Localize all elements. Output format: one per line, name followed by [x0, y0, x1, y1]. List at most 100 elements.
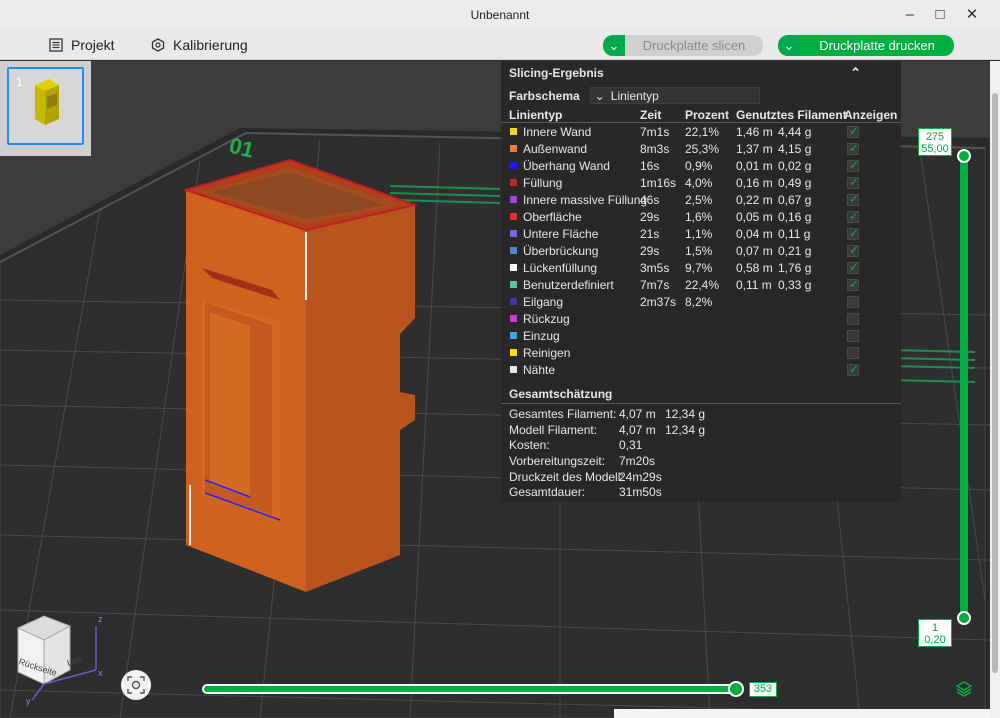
show-checkbox[interactable] [847, 277, 859, 291]
slice-dropdown-icon[interactable]: ⌄ [603, 35, 625, 56]
show-checkbox[interactable] [847, 330, 859, 342]
line-type-weight: 0,11 g [778, 227, 811, 241]
show-checkbox[interactable] [847, 124, 859, 138]
layer-top-number: 275 [925, 131, 945, 143]
summary-value: 0,31 [619, 438, 643, 453]
collapse-icon[interactable]: ⌃ [850, 65, 893, 81]
line-type-percent: 4,0% [685, 176, 713, 190]
summary-row: Druckzeit des Modell: 24m29s [501, 468, 901, 484]
line-color-swatch [510, 332, 517, 339]
column-time: Zeit [640, 108, 662, 122]
show-checkbox[interactable] [847, 347, 859, 359]
calibration-tab[interactable]: Kalibrierung [151, 36, 248, 54]
line-type-name: Oberfläche [523, 210, 582, 224]
viewport-scrollbar[interactable] [990, 61, 1000, 718]
summary-divider [501, 403, 901, 404]
project-icon [49, 38, 63, 52]
line-color-swatch [510, 247, 517, 254]
color-scheme-select[interactable]: ⌄ Linientyp [589, 87, 760, 104]
line-type-time: 7m1s [640, 125, 670, 139]
line-type-row: Nähte [501, 361, 901, 378]
line-color-swatch [510, 230, 517, 237]
line-type-time: 2m37s [640, 295, 677, 309]
show-checkbox[interactable] [847, 192, 859, 206]
show-checkbox[interactable] [847, 158, 859, 172]
line-type-name: Rückzug [523, 312, 570, 326]
summary-weight: 12,34 g [665, 422, 706, 437]
panel-title: Slicing-Ergebnis [509, 66, 604, 80]
column-filament: Genutztes Filament [736, 108, 847, 122]
summary-label: Druckzeit des Modell: [509, 469, 624, 484]
line-type-row: Benutzerdefiniert 7m7s 22,4% 0,11 m 0,33 g [501, 276, 901, 293]
show-checkbox[interactable] [847, 243, 859, 257]
maximize-icon[interactable]: □ [928, 4, 952, 26]
line-type-name: Füllung [523, 176, 563, 190]
window-title: Unbenannt [470, 8, 530, 22]
line-type-row: Überbrückung 29s 1,5% 0,07 m 0,21 g [501, 242, 901, 259]
line-type-percent: 8,2% [685, 295, 713, 309]
show-checkbox[interactable] [847, 209, 859, 223]
move-slider-handle[interactable] [728, 681, 744, 697]
panel-header: Slicing-Ergebnis ⌃ [501, 61, 901, 85]
layer-top-handle[interactable] [957, 149, 971, 163]
line-type-name: Untere Fläche [523, 227, 599, 241]
line-type-weight: 1,76 g [778, 261, 812, 275]
print-dropdown-icon[interactable]: ⌄ [778, 35, 800, 56]
slice-label: Druckplatte slicen [625, 35, 763, 56]
line-type-time: 1m16s [640, 176, 677, 190]
show-checkbox[interactable] [847, 260, 859, 274]
camera-view-button[interactable] [121, 670, 151, 700]
summary-label: Modell Filament: [509, 422, 598, 437]
show-checkbox[interactable] [847, 175, 859, 189]
line-color-swatch [510, 145, 517, 152]
line-type-percent: 2,5% [685, 193, 713, 207]
line-type-weight: 0,49 g [778, 176, 812, 190]
line-type-name: Außenwand [523, 142, 588, 156]
print-plate-button[interactable]: ⌄ Druckplatte drucken [778, 35, 954, 56]
show-checkbox[interactable] [847, 226, 859, 240]
line-type-time: 7m7s [640, 278, 670, 292]
line-type-weight: 0,16 g [778, 210, 812, 224]
summary-row: Gesamtes Filament: 4,07 m 12,34 g [501, 405, 901, 421]
scrollbar-thumb[interactable] [992, 93, 998, 673]
line-type-row: Rückzug [501, 310, 901, 327]
line-type-length: 0,22 m [736, 193, 773, 207]
camera-icon [127, 676, 145, 694]
color-scheme-row: Farbschema ⌄ Linientyp [509, 87, 760, 104]
summary-label: Gesamtes Filament: [509, 407, 617, 421]
line-type-length: 1,46 m [736, 125, 773, 139]
summary-label: Vorbereitungszeit: [509, 454, 606, 469]
line-type-row: Eilgang 2m37s 8,2% [501, 293, 901, 310]
project-tab[interactable]: Projekt [49, 36, 115, 54]
project-label: Projekt [71, 37, 115, 53]
summary-value: 24m29s [619, 469, 662, 484]
line-type-name: Innere Wand [523, 125, 592, 139]
close-icon[interactable]: ✕ [960, 4, 984, 26]
move-slider-track[interactable] [202, 684, 742, 694]
taskbar-strip [614, 709, 990, 718]
axis-y-label: y [26, 696, 31, 706]
show-checkbox[interactable] [847, 362, 859, 376]
line-color-swatch [510, 179, 517, 186]
slice-plate-button[interactable]: ⌄ Druckplatte slicen [603, 35, 763, 56]
view-cube[interactable]: Rückseite Left z x y [12, 610, 108, 706]
line-type-row: Füllung 1m16s 4,0% 0,16 m 0,49 g [501, 174, 901, 191]
line-color-swatch [510, 162, 517, 169]
line-type-length: 0,01 m [736, 159, 773, 173]
show-checkbox[interactable] [847, 296, 859, 308]
layers-icon[interactable] [955, 680, 973, 698]
show-checkbox[interactable] [847, 313, 859, 325]
slicing-result-panel: Slicing-Ergebnis ⌃ Farbschema ⌄ Linienty… [501, 61, 901, 502]
line-type-row: Innere massive Füllung 46s 2,5% 0,22 m 0,67 … [501, 191, 901, 208]
line-type-weight: 0,33 g [778, 278, 812, 292]
minimize-icon[interactable]: – [898, 4, 922, 26]
summary-weight: 12,34 g [665, 407, 706, 421]
layer-bottom-handle[interactable] [957, 611, 971, 625]
layer-slider-track[interactable] [960, 156, 968, 619]
line-type-time: 3m5s [640, 261, 670, 275]
plate-list: 1 [0, 61, 91, 156]
line-type-percent: 22,1% [685, 125, 720, 139]
line-color-swatch [510, 128, 517, 135]
show-checkbox[interactable] [847, 141, 859, 155]
line-type-row: Oberfläche 29s 1,6% 0,05 m 0,16 g [501, 208, 901, 225]
